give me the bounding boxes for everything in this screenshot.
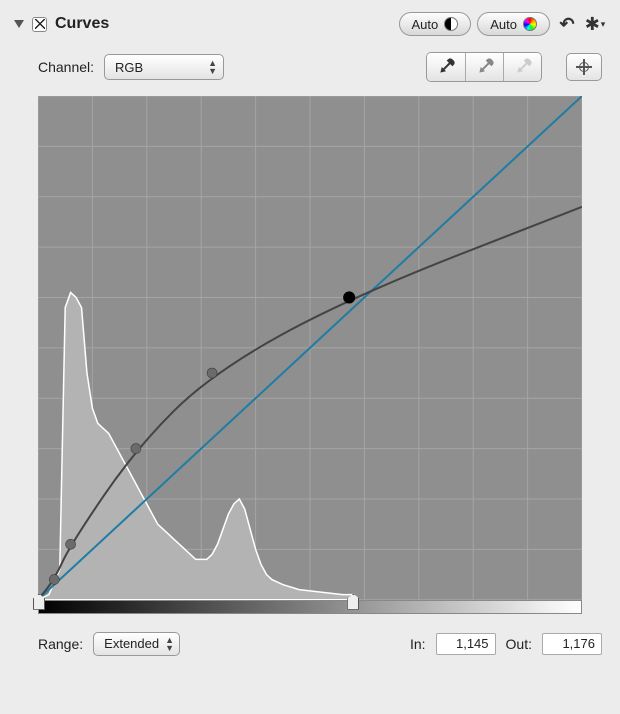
- crosshair-icon: [576, 59, 592, 75]
- gray-point-eyedropper-button[interactable]: [465, 53, 503, 81]
- crosshair-sample-button[interactable]: [566, 53, 602, 81]
- panel-title: Curves: [55, 15, 109, 33]
- out-field[interactable]: 1,176: [542, 633, 602, 655]
- settings-menu-button[interactable]: ▾: [584, 13, 606, 35]
- chevron-down-icon: ▾: [601, 19, 606, 30]
- auto-bw-button[interactable]: Auto: [399, 12, 472, 36]
- bw-circle-icon: [444, 17, 458, 31]
- white-point-eyedropper-button[interactable]: [503, 53, 541, 81]
- auto-color-label: Auto: [490, 17, 517, 32]
- gradient-bar[interactable]: [38, 600, 582, 614]
- range-label: Range:: [38, 636, 83, 652]
- color-wheel-icon: [523, 17, 537, 31]
- black-point-eyedropper-button[interactable]: [427, 53, 465, 81]
- auto-color-button[interactable]: Auto: [477, 12, 550, 36]
- out-value: 1,176: [562, 636, 595, 651]
- undo-icon: ↶: [559, 14, 574, 35]
- eyedropper-gray-icon: [473, 56, 496, 79]
- enable-checkbox[interactable]: [32, 17, 47, 32]
- eyedropper-group: [426, 52, 542, 82]
- curve-editor[interactable]: [38, 96, 582, 600]
- disclosure-triangle[interactable]: [14, 20, 24, 28]
- in-field[interactable]: 1,145: [436, 633, 496, 655]
- eyedropper-black-icon: [435, 56, 458, 79]
- auto-bw-label: Auto: [412, 17, 439, 32]
- curve-canvas[interactable]: [38, 96, 582, 600]
- undo-button[interactable]: ↶: [556, 13, 578, 35]
- range-value: Extended: [104, 636, 159, 651]
- channel-select[interactable]: RGB ▲▼: [104, 54, 224, 80]
- eyedropper-white-icon: [511, 56, 534, 79]
- range-select[interactable]: Extended ▲▼: [93, 632, 180, 656]
- in-label: In:: [410, 636, 426, 652]
- channel-value: RGB: [115, 60, 143, 75]
- out-label: Out:: [506, 636, 532, 652]
- in-value: 1,145: [456, 636, 489, 651]
- channel-label: Channel:: [38, 59, 94, 75]
